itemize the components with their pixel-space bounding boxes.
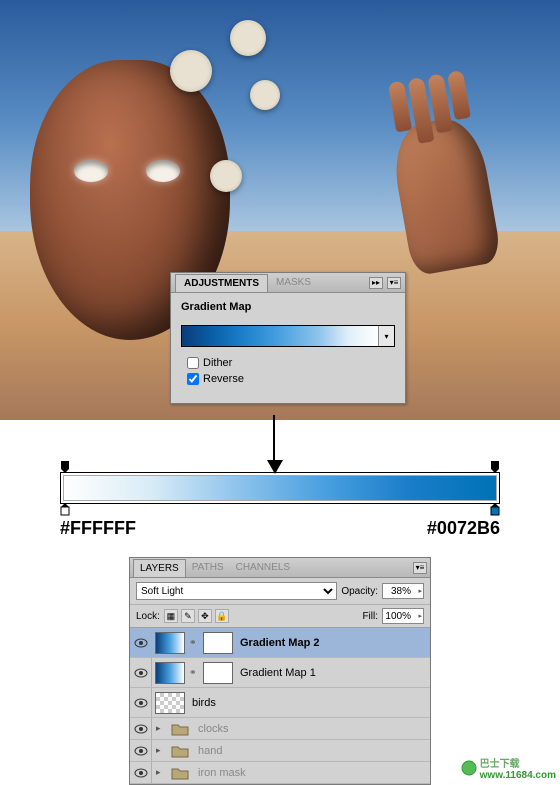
layer-list: ⚭ Gradient Map 2 ⚭ Gradient Map 1 birds <box>130 628 430 784</box>
panel-menu-icon[interactable]: ▾≡ <box>387 277 401 289</box>
lock-all-icon[interactable]: 🔒 <box>215 609 229 623</box>
hex-left: #FFFFFF <box>60 518 136 539</box>
panel-expand-icon[interactable]: ▸▸ <box>369 277 383 289</box>
dither-label: Dither <box>203 357 232 369</box>
lock-position-icon[interactable]: ✥ <box>198 609 212 623</box>
layer-thumbnail[interactable] <box>155 632 185 654</box>
disclosure-triangle-icon[interactable]: ▸ <box>156 723 166 734</box>
layer-row[interactable]: ⚭ Gradient Map 1 <box>130 658 430 688</box>
tab-masks[interactable]: MASKS <box>268 274 319 291</box>
visibility-toggle[interactable] <box>130 658 152 687</box>
gradient-picker[interactable]: ▾ <box>181 325 395 347</box>
layer-name[interactable]: iron mask <box>198 767 246 779</box>
visibility-toggle[interactable] <box>130 688 152 717</box>
link-icon: ⚭ <box>189 667 199 678</box>
face-eye-right <box>146 160 180 182</box>
visibility-toggle[interactable] <box>130 740 152 761</box>
gradient-editor[interactable] <box>60 472 500 504</box>
adjustments-panel: ADJUSTMENTS MASKS ▸▸ ▾≡ Gradient Map ▾ D… <box>170 272 406 404</box>
chevron-right-icon[interactable]: ▸ <box>418 587 422 595</box>
folder-icon <box>169 718 191 740</box>
visibility-toggle[interactable] <box>130 762 152 783</box>
layer-name[interactable]: Gradient Map 1 <box>240 667 316 679</box>
folder-icon <box>169 740 191 762</box>
adjustment-title: Gradient Map <box>181 301 395 313</box>
color-stop-right[interactable] <box>489 503 501 517</box>
layer-group-row[interactable]: ▸ iron mask <box>130 762 430 784</box>
chevron-right-icon[interactable]: ▸ <box>418 612 422 620</box>
eye-icon <box>134 746 148 756</box>
lock-transparency-icon[interactable]: ▦ <box>164 609 178 623</box>
dither-checkbox[interactable] <box>187 357 199 369</box>
gradient-bar-container <box>60 472 500 504</box>
opacity-stop-left[interactable] <box>59 461 71 475</box>
eye-icon <box>134 668 148 678</box>
folder-icon <box>169 762 191 784</box>
tab-paths[interactable]: PATHS <box>186 559 230 576</box>
layers-options-row: Soft Light Opacity: ▸ <box>130 578 430 605</box>
eye-icon <box>134 698 148 708</box>
clock-decor <box>210 160 242 192</box>
reverse-checkbox[interactable] <box>187 373 199 385</box>
adjustments-header: ADJUSTMENTS MASKS ▸▸ ▾≡ <box>171 273 405 293</box>
eye-icon <box>134 768 148 778</box>
lock-label: Lock: <box>136 611 160 622</box>
watermark: 巴士下载 www.11684.com <box>461 755 556 781</box>
layers-panel: LAYERS PATHS CHANNELS ▾≡ Soft Light Opac… <box>129 557 431 785</box>
gradient-preview <box>182 326 378 346</box>
gradient-dropdown-icon[interactable]: ▾ <box>378 326 394 346</box>
layer-thumbnail[interactable] <box>155 692 185 714</box>
layer-name[interactable]: hand <box>198 745 222 757</box>
layer-mask-thumbnail[interactable] <box>203 662 233 684</box>
logo-icon <box>461 760 477 776</box>
tab-adjustments[interactable]: ADJUSTMENTS <box>175 274 268 292</box>
watermark-url: www.11684.com <box>480 770 556 781</box>
visibility-toggle[interactable] <box>130 628 152 657</box>
blend-mode-select[interactable]: Soft Light <box>136 582 337 600</box>
opacity-stop-right[interactable] <box>489 461 501 475</box>
visibility-toggle[interactable] <box>130 718 152 739</box>
fill-label: Fill: <box>362 611 378 622</box>
panel-menu-icon[interactable]: ▾≡ <box>413 562 427 574</box>
disclosure-triangle-icon[interactable]: ▸ <box>156 767 166 778</box>
layer-name[interactable]: birds <box>192 697 216 709</box>
hex-right: #0072B6 <box>427 518 500 539</box>
lock-row: Lock: ▦ ✎ ✥ 🔒 Fill: ▸ <box>130 605 430 628</box>
clock-decor <box>170 50 212 92</box>
tab-layers[interactable]: LAYERS <box>133 559 186 577</box>
layer-thumbnail[interactable] <box>155 662 185 684</box>
tab-channels[interactable]: CHANNELS <box>230 559 296 576</box>
layer-group-row[interactable]: ▸ hand <box>130 740 430 762</box>
layer-name[interactable]: clocks <box>198 723 229 735</box>
clock-decor <box>250 80 280 110</box>
gradient-bar[interactable] <box>63 475 497 501</box>
arrow-line <box>273 415 275 465</box>
color-stop-left[interactable] <box>59 503 71 517</box>
eye-icon <box>134 638 148 648</box>
layer-name[interactable]: Gradient Map 2 <box>240 637 319 649</box>
layer-row[interactable]: ⚭ Gradient Map 2 <box>130 628 430 658</box>
hex-labels: #FFFFFF #0072B6 <box>60 518 500 539</box>
layer-mask-thumbnail[interactable] <box>203 632 233 654</box>
composite-artwork: ADJUSTMENTS MASKS ▸▸ ▾≡ Gradient Map ▾ D… <box>0 0 560 420</box>
layer-row[interactable]: birds <box>130 688 430 718</box>
face-eye-left <box>74 160 108 182</box>
link-icon: ⚭ <box>189 637 199 648</box>
dither-checkbox-row[interactable]: Dither <box>187 357 395 369</box>
watermark-brand: 巴士下载 <box>480 759 520 770</box>
reverse-label: Reverse <box>203 373 244 385</box>
eye-icon <box>134 724 148 734</box>
opacity-label: Opacity: <box>341 586 378 597</box>
clock-decor <box>230 20 266 56</box>
layer-group-row[interactable]: ▸ clocks <box>130 718 430 740</box>
layers-header: LAYERS PATHS CHANNELS ▾≡ <box>130 558 430 578</box>
reverse-checkbox-row[interactable]: Reverse <box>187 373 395 385</box>
lock-pixels-icon[interactable]: ✎ <box>181 609 195 623</box>
disclosure-triangle-icon[interactable]: ▸ <box>156 745 166 756</box>
